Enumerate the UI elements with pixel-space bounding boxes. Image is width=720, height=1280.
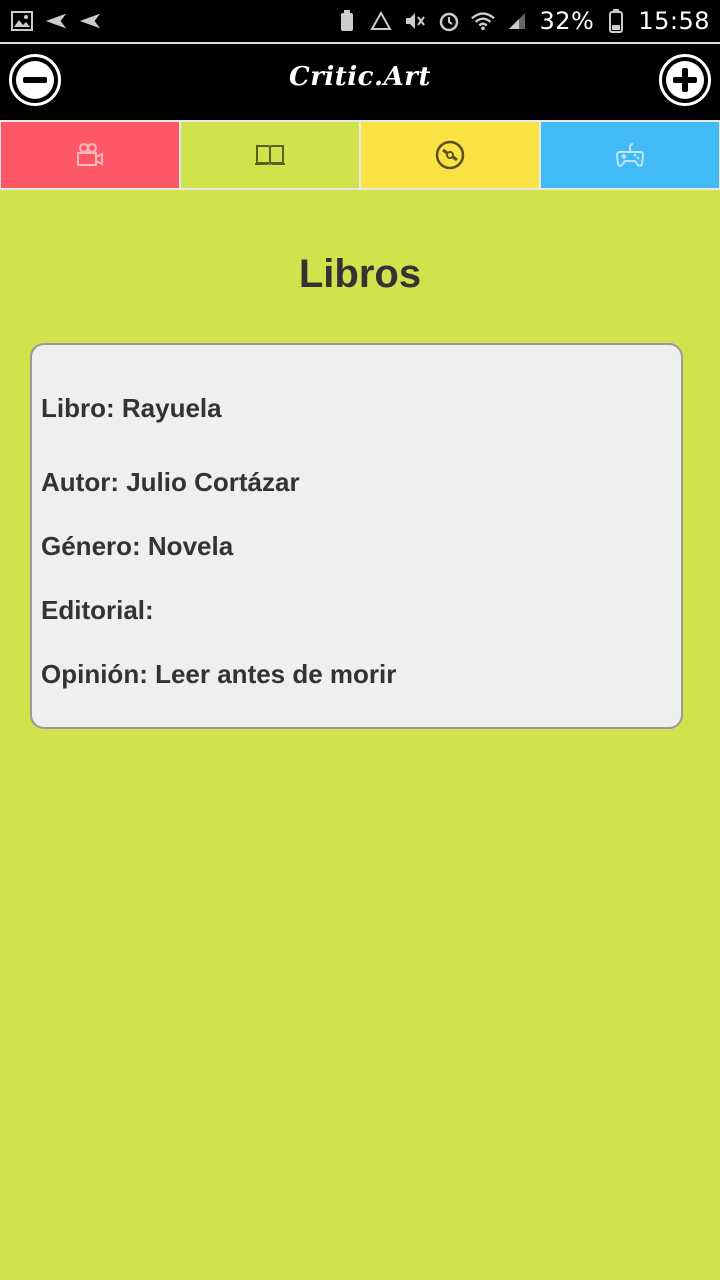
alarm-icon (437, 9, 461, 33)
battery-icon (604, 9, 628, 33)
app-title: Critic.Art (289, 62, 431, 92)
recycle-icon (369, 9, 393, 33)
image-notification-icon (10, 9, 34, 33)
book-publisher: Editorial: (41, 595, 154, 625)
mute-icon (403, 9, 427, 33)
video-camera-icon (77, 143, 103, 166)
book-opinion: Opinión: Leer antes de morir (41, 659, 397, 689)
tab-movies[interactable] (1, 122, 179, 188)
signal-icon (505, 9, 529, 33)
plus-icon (666, 61, 704, 99)
status-left (10, 9, 102, 33)
battery-percent: 32% (539, 7, 595, 35)
book-genre: Género: Novela (41, 531, 234, 561)
tab-books[interactable] (181, 122, 359, 188)
add-button[interactable] (659, 54, 711, 106)
book-author: Autor: Julio Cortázar (41, 467, 300, 497)
gamepad-icon (615, 143, 645, 167)
category-tabs (0, 120, 720, 190)
status-right: 32% 15:58 (335, 7, 710, 35)
send-notification-icon (44, 9, 68, 33)
app-header: Critic.Art (0, 42, 720, 120)
status-bar: 32% 15:58 (0, 0, 720, 42)
battery-saver-icon (335, 9, 359, 33)
clock: 15:58 (638, 7, 710, 35)
tab-games[interactable] (541, 122, 719, 188)
wifi-icon (471, 9, 496, 33)
disc-icon (435, 140, 465, 170)
tab-music[interactable] (361, 122, 539, 188)
page-title: Libros (298, 252, 422, 296)
book-title: Libro: Rayuela (41, 393, 222, 423)
send-notification-icon (78, 9, 102, 33)
book-icon (255, 145, 285, 166)
book-card: Libro: Rayuela Autor: Julio Cortázar Gén… (30, 343, 683, 729)
